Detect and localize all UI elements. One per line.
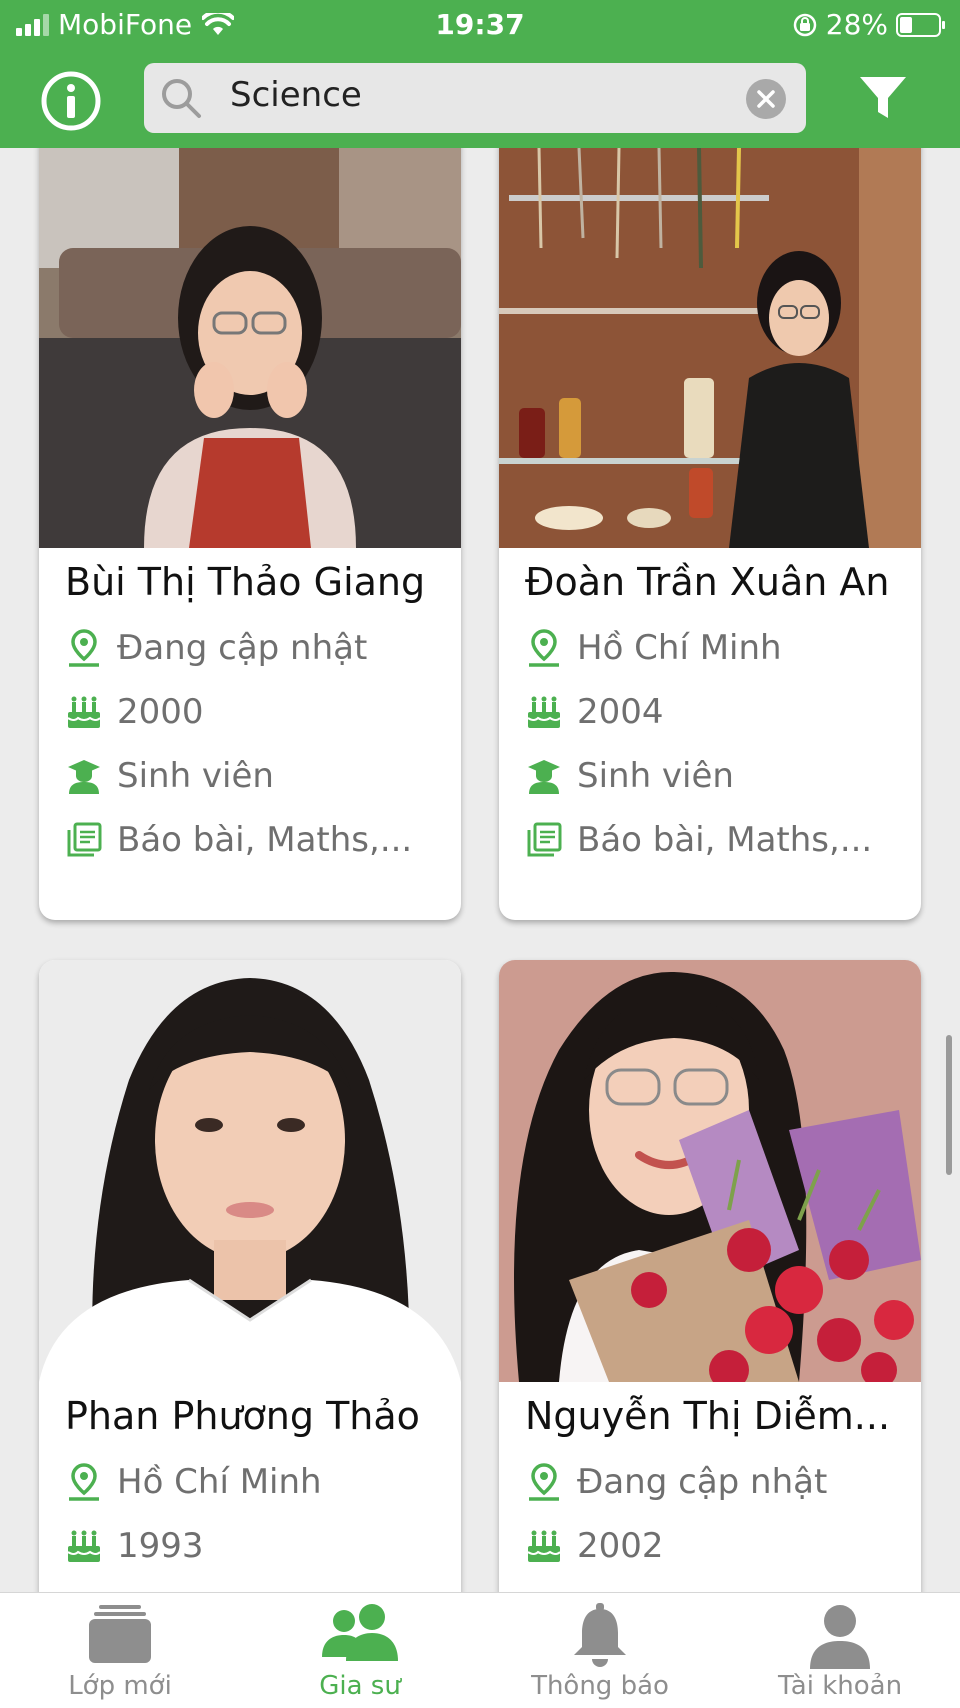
search-icon: [162, 79, 201, 118]
tutor-occupation: Sinh viên: [525, 756, 734, 796]
cake-icon: [525, 693, 563, 731]
tab-notifications[interactable]: Thông báo: [480, 1593, 720, 1708]
signal-icon: [16, 13, 49, 36]
tab-label: Lớp mới: [68, 1671, 172, 1701]
tutor-location: Hồ Chí Minh: [65, 1462, 322, 1502]
search-bar[interactable]: Science: [144, 63, 806, 133]
bell-icon: [574, 1603, 626, 1667]
search-input[interactable]: Science: [230, 75, 362, 115]
location-pin-icon: [525, 1463, 563, 1501]
battery-percent: 28%: [825, 8, 888, 41]
tutor-birth-year: 2004: [525, 692, 664, 732]
tutor-photo: [39, 960, 461, 1382]
graduate-icon: [65, 757, 103, 795]
tutor-photo: [39, 148, 461, 548]
cake-icon: [65, 1527, 103, 1565]
subjects-icon: [65, 821, 103, 859]
tutor-photo: [499, 960, 921, 1382]
status-bar: MobiFone 19:37 28%: [0, 0, 960, 50]
tutor-name: Bùi Thị Thảo Giang: [65, 560, 426, 604]
tutor-card[interactable]: Bùi Thị Thảo Giang Đang cập nhật 2000 Si…: [39, 148, 461, 920]
tutor-subjects: Báo bài, Maths,...: [65, 820, 412, 860]
tutor-location: Đang cập nhật: [525, 1462, 827, 1502]
tab-label: Thông báo: [531, 1671, 669, 1701]
tutor-subjects-text: Báo bài, Maths,...: [117, 820, 413, 860]
location-pin-icon: [525, 629, 563, 667]
tutor-birth-year: 1993: [65, 1526, 204, 1566]
cake-icon: [525, 1527, 563, 1565]
account-icon: [810, 1605, 870, 1669]
tutor-grid: Bùi Thị Thảo Giang Đang cập nhật 2000 Si…: [0, 148, 960, 1592]
classes-icon: [89, 1605, 151, 1663]
wifi-icon: [202, 12, 235, 35]
tutor-card[interactable]: Đoàn Trần Xuân An Hồ Chí Minh 2004 Sinh …: [499, 148, 921, 920]
tab-bar: Lớp mới Gia sư Thông báo Tài khoản: [0, 1592, 960, 1708]
tutor-location-text: Hồ Chí Minh: [117, 1462, 322, 1502]
carrier-name: MobiFone: [58, 8, 193, 41]
tutor-location-text: Đang cập nhật: [577, 1462, 828, 1502]
graduate-icon: [525, 757, 563, 795]
tutor-occupation-text: Sinh viên: [577, 756, 734, 796]
tab-account[interactable]: Tài khoản: [720, 1593, 960, 1708]
info-icon[interactable]: [40, 70, 102, 132]
battery-icon: [896, 12, 945, 37]
tutor-location: Hồ Chí Minh: [525, 628, 782, 668]
tab-label: Gia sư: [319, 1671, 401, 1701]
tutor-birth-year-text: 2004: [577, 692, 664, 732]
tutor-location-text: Đang cập nhật: [117, 628, 368, 668]
tutor-birth-year: 2002: [525, 1526, 664, 1566]
tutor-location: Đang cập nhật: [65, 628, 367, 668]
tutor-subjects-text: Báo bài, Maths,...: [577, 820, 873, 860]
tutor-occupation: Sinh viên: [65, 756, 274, 796]
location-pin-icon: [65, 629, 103, 667]
subjects-icon: [525, 821, 563, 859]
tutor-occupation-text: Sinh viên: [117, 756, 274, 796]
tab-tutors[interactable]: Gia sư: [240, 1593, 480, 1708]
location-pin-icon: [65, 1463, 103, 1501]
tutor-name: Đoàn Trần Xuân An: [525, 560, 890, 604]
tutor-card[interactable]: Phan Phương Thảo Hồ Chí Minh 1993: [39, 960, 461, 1592]
scroll-indicator[interactable]: [946, 1035, 952, 1175]
clear-search-icon[interactable]: [746, 79, 786, 119]
orientation-lock-icon: [793, 13, 817, 36]
tutor-subjects: Báo bài, Maths,...: [525, 820, 872, 860]
tutors-icon: [322, 1604, 398, 1661]
filter-icon[interactable]: [858, 74, 908, 122]
tutor-birth-year-text: 2000: [117, 692, 204, 732]
tab-new-classes[interactable]: Lớp mới: [0, 1593, 240, 1708]
tutor-name: Phan Phương Thảo: [65, 1394, 420, 1438]
toolbar: Science: [0, 50, 960, 148]
cake-icon: [65, 693, 103, 731]
tutor-card[interactable]: Nguyễn Thị Diễm... Đang cập nhật 2002: [499, 960, 921, 1592]
tutor-birth-year-text: 2002: [577, 1526, 664, 1566]
tutor-birth-year: 2000: [65, 692, 204, 732]
tutor-name: Nguyễn Thị Diễm...: [525, 1394, 891, 1438]
tab-label: Tài khoản: [777, 1671, 903, 1701]
tutor-birth-year-text: 1993: [117, 1526, 204, 1566]
tutor-photo: [499, 148, 921, 548]
tutor-location-text: Hồ Chí Minh: [577, 628, 782, 668]
